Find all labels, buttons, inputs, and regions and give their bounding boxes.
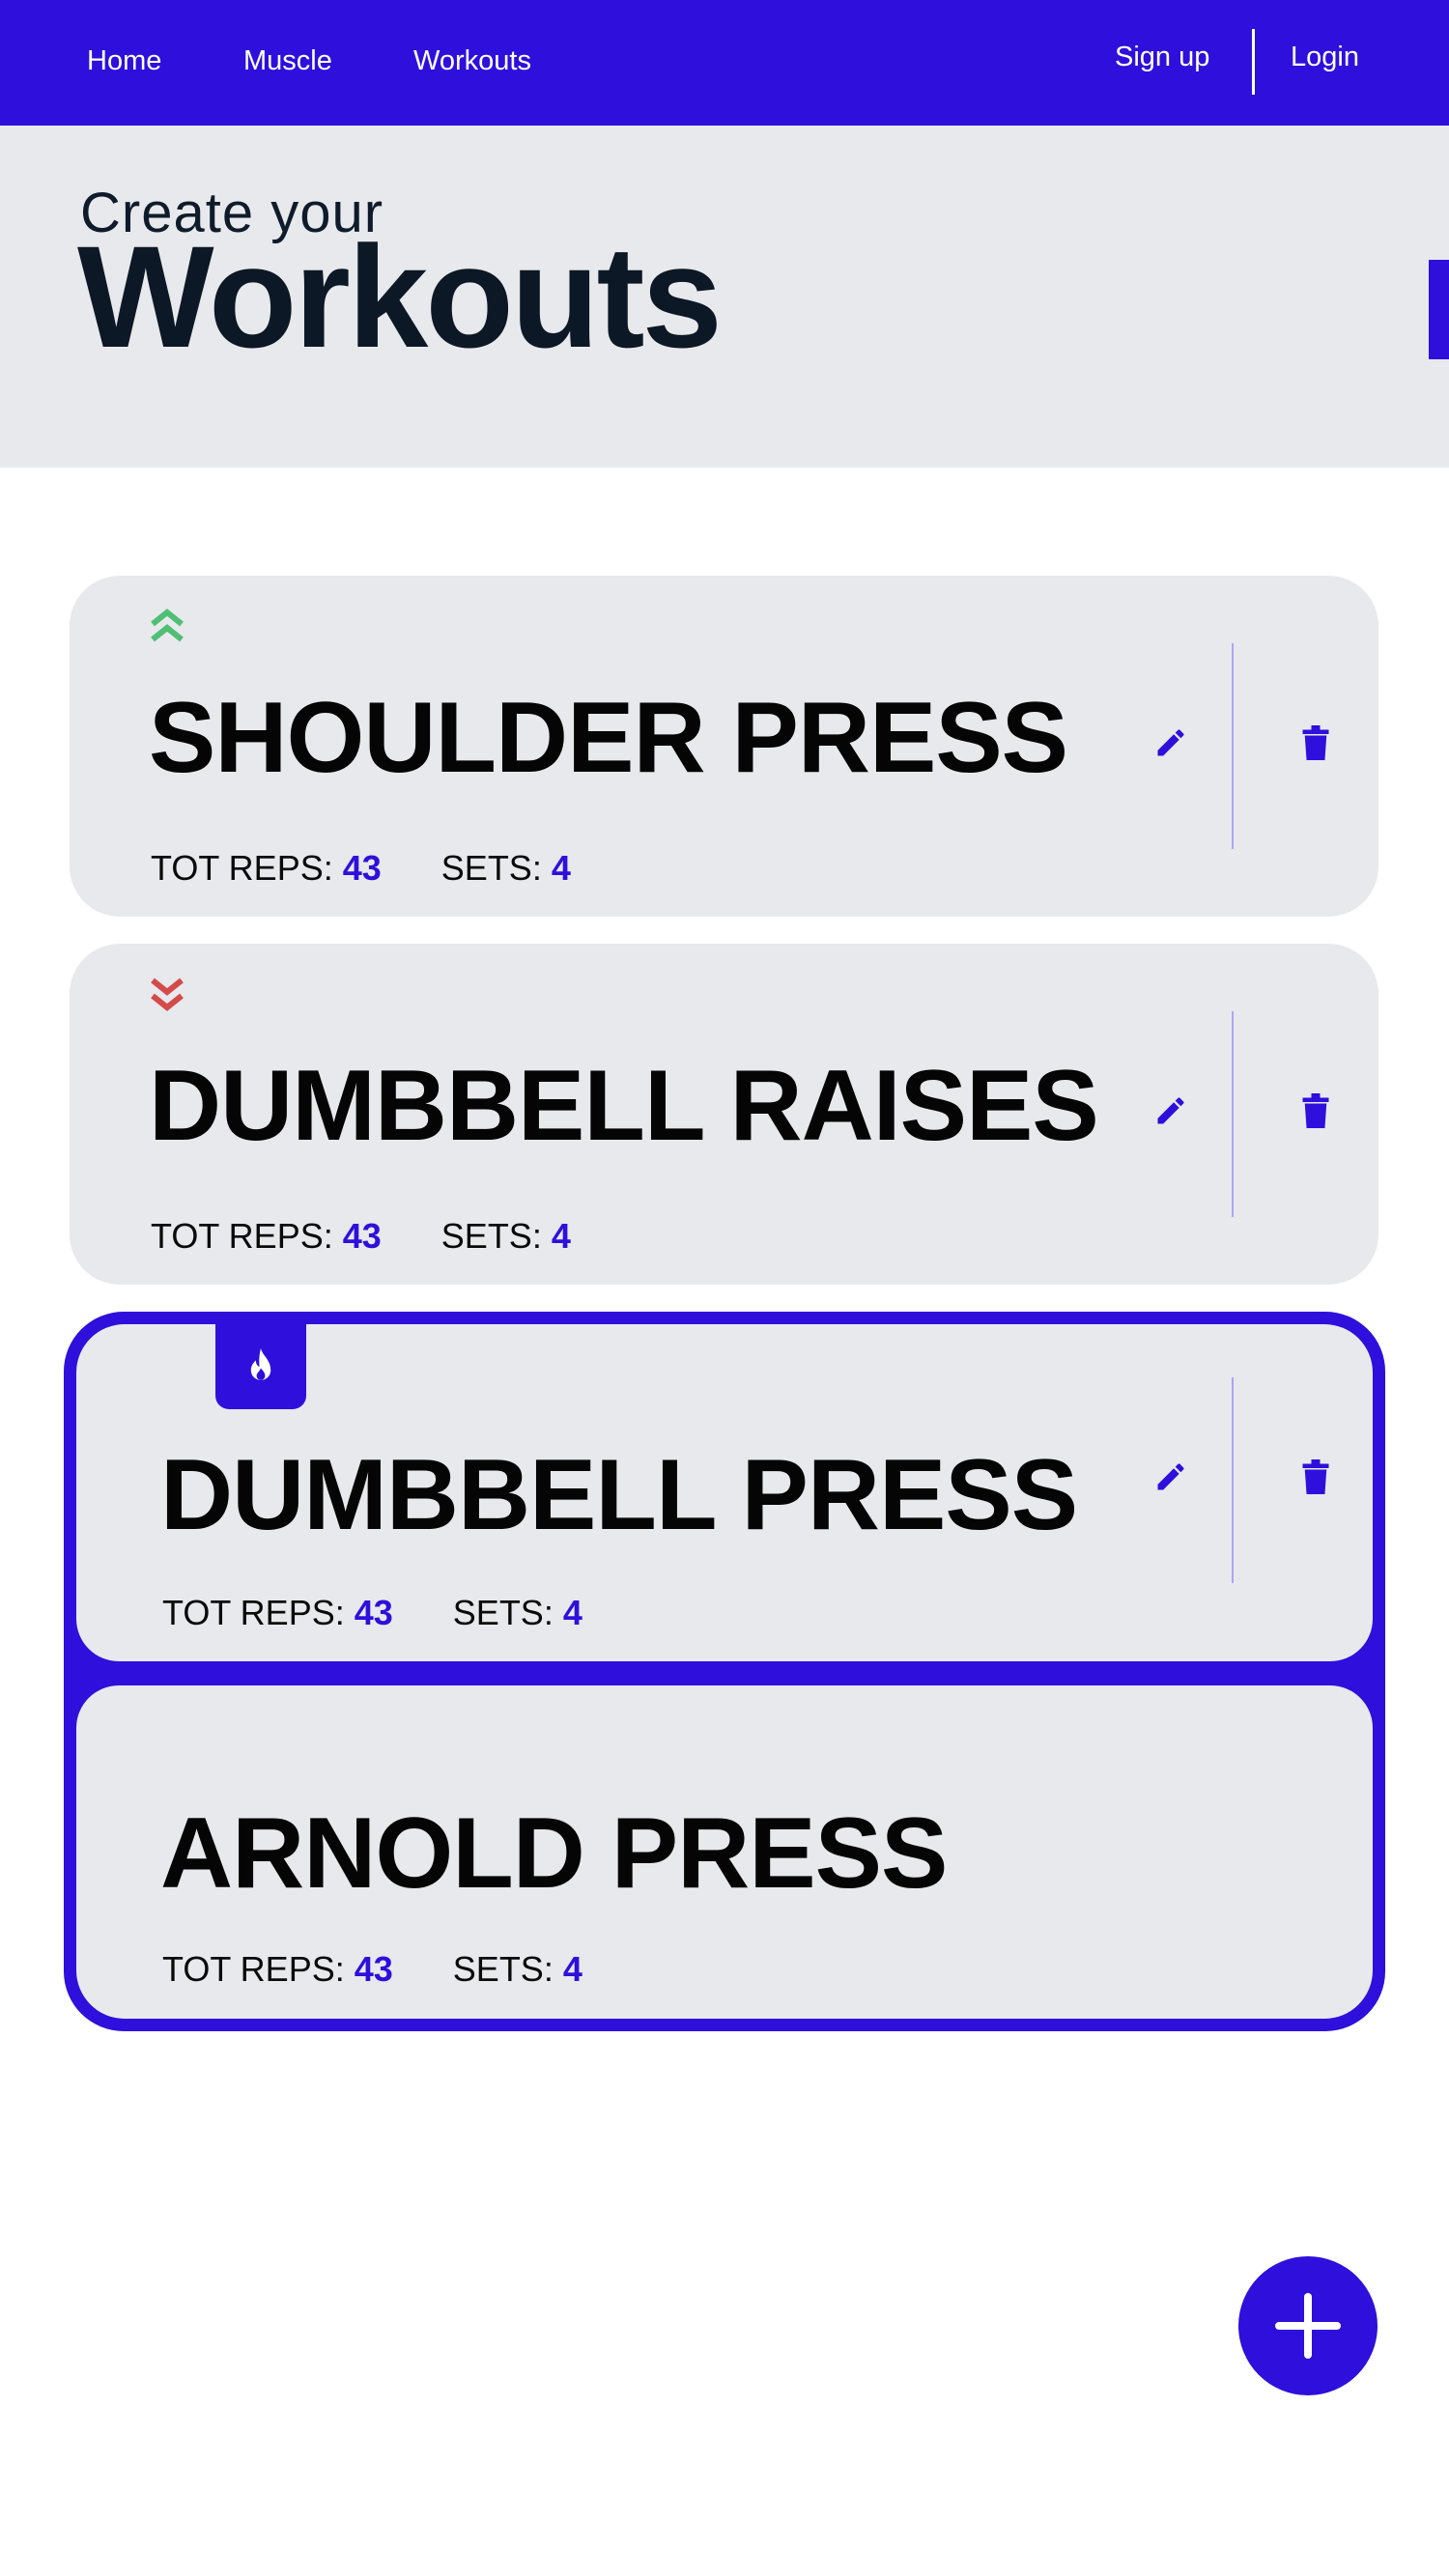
page-title: Workouts bbox=[77, 215, 723, 378]
plus-icon bbox=[1275, 2293, 1341, 2359]
reps-value: 43 bbox=[342, 1216, 382, 1256]
workout-card-selected[interactable]: DUMBBELL PRESS TOT REPS: 43 SETS: 4 bbox=[76, 1324, 1373, 1661]
signup-link[interactable]: Sign up bbox=[1115, 42, 1209, 73]
nav-workouts-link[interactable]: Workouts bbox=[413, 45, 531, 77]
sets-label: SETS: bbox=[452, 1949, 554, 1989]
reps-label: TOT REPS: bbox=[151, 1216, 333, 1256]
workout-card[interactable]: SHOULDER PRESS TOT REPS: 43 SETS: 4 bbox=[70, 576, 1378, 917]
card-divider bbox=[1232, 1011, 1234, 1217]
reps-label: TOT REPS: bbox=[162, 1949, 345, 1989]
pencil-icon bbox=[1157, 729, 1184, 756]
edit-button[interactable] bbox=[1142, 714, 1200, 772]
workout-name: DUMBBELL RAISES bbox=[149, 1050, 1099, 1162]
hot-badge bbox=[215, 1324, 306, 1409]
edit-button[interactable] bbox=[1142, 1082, 1200, 1140]
reps-value: 43 bbox=[354, 1949, 393, 1989]
edit-button[interactable] bbox=[1142, 1448, 1200, 1506]
fire-icon bbox=[250, 1348, 271, 1380]
workout-stats: TOT REPS: 43 SETS: 4 bbox=[151, 1216, 621, 1257]
workout-stats: TOT REPS: 43 SETS: 4 bbox=[162, 1593, 633, 1633]
hero-banner: Create your Workouts bbox=[0, 126, 1449, 467]
workout-stats: TOT REPS: 43 SETS: 4 bbox=[151, 848, 621, 889]
trash-icon bbox=[1302, 1459, 1329, 1494]
reps-label: TOT REPS: bbox=[162, 1593, 345, 1632]
workout-stats: TOT REPS: 43 SETS: 4 bbox=[162, 1949, 633, 1990]
double-chevron-down-icon bbox=[151, 977, 184, 1011]
sets-label: SETS: bbox=[440, 1216, 542, 1256]
hero-accent-bar bbox=[1429, 260, 1449, 359]
sets-value: 4 bbox=[562, 1949, 582, 1989]
sets-label: SETS: bbox=[452, 1593, 554, 1632]
sets-value: 4 bbox=[562, 1593, 582, 1632]
nav-home-link[interactable]: Home bbox=[87, 45, 161, 77]
sets-value: 4 bbox=[551, 848, 571, 888]
delete-button[interactable] bbox=[1287, 1082, 1345, 1140]
add-workout-button[interactable] bbox=[1238, 2256, 1378, 2395]
pencil-icon bbox=[1157, 1097, 1184, 1124]
nav-divider bbox=[1252, 29, 1255, 95]
workout-name: DUMBBELL PRESS bbox=[160, 1439, 1078, 1551]
card-divider bbox=[1232, 1377, 1234, 1583]
card-divider bbox=[1232, 643, 1234, 849]
selected-workout-group: DUMBBELL PRESS TOT REPS: 43 SETS: 4 ARNO… bbox=[64, 1312, 1385, 2031]
pencil-icon bbox=[1157, 1463, 1184, 1490]
sets-value: 4 bbox=[551, 1216, 571, 1256]
delete-button[interactable] bbox=[1287, 714, 1345, 772]
delete-button[interactable] bbox=[1287, 1448, 1345, 1506]
workout-name: SHOULDER PRESS bbox=[149, 682, 1068, 794]
double-chevron-up-icon bbox=[151, 609, 184, 642]
workout-card[interactable]: ARNOLD PRESS TOT REPS: 43 SETS: 4 bbox=[76, 1685, 1373, 2019]
reps-value: 43 bbox=[342, 848, 382, 888]
workout-name: ARNOLD PRESS bbox=[160, 1798, 948, 1910]
login-link[interactable]: Login bbox=[1291, 42, 1359, 73]
trash-icon bbox=[1302, 725, 1329, 760]
top-nav: Home Muscle Workouts Sign up Login bbox=[0, 0, 1449, 126]
workout-card[interactable]: DUMBBELL RAISES TOT REPS: 43 SETS: 4 bbox=[70, 944, 1378, 1285]
trash-icon bbox=[1302, 1093, 1329, 1128]
sets-label: SETS: bbox=[440, 848, 542, 888]
nav-muscle-link[interactable]: Muscle bbox=[243, 45, 332, 77]
reps-label: TOT REPS: bbox=[151, 848, 333, 888]
reps-value: 43 bbox=[354, 1593, 393, 1632]
